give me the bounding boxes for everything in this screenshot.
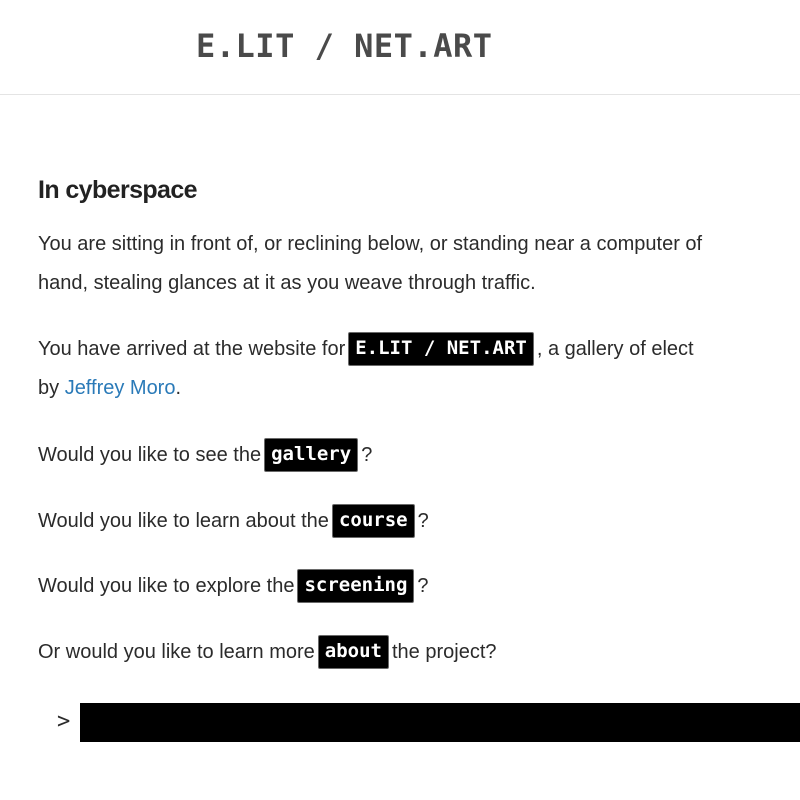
option-screening: Would you like to explore the screening? [38,567,429,606]
option-gallery-text: Would you like to see the [38,444,262,466]
section-heading: In cyberspace [38,176,198,204]
option-screening-suffix: ? [417,575,429,597]
site-name-tag[interactable]: E.LIT / NET.ART [348,332,534,366]
prompt-caret-icon: > [57,709,71,734]
option-about-suffix: the project? [392,641,497,663]
arrival-period: . [175,377,182,399]
site-header: E.LIT / NET.ART [0,0,800,95]
command-input[interactable] [80,703,800,742]
site-title[interactable]: E.LIT / NET.ART [196,26,492,66]
option-screening-text: Would you like to explore the [38,575,295,597]
intro-paragraph: You are sitting in front of, or reclinin… [38,225,702,303]
arrival-line-1: You have arrived at the website for E.LIT… [38,330,694,369]
option-course: Would you like to learn about the course? [38,502,429,541]
option-course-suffix: ? [417,510,429,532]
intro-line-1: You are sitting in front of, or reclinin… [38,233,703,255]
option-about-text: Or would you like to learn more [38,641,315,663]
course-button[interactable]: course [331,504,415,538]
option-gallery: Would you like to see the gallery? [38,436,372,475]
arrival-text-after: , a gallery of elect [536,338,694,360]
author-link[interactable]: Jeffrey Moro [65,377,176,399]
intro-line-2: hand, stealing glances at it as you weav… [38,272,536,294]
arrival-line-2: by Jeffrey Moro. [38,369,694,408]
gallery-button[interactable]: gallery [264,438,359,472]
main-content: In cyberspace [38,170,800,210]
option-course-text: Would you like to learn about the [38,510,329,532]
screening-button[interactable]: screening [297,569,415,603]
about-button[interactable]: about [317,635,389,669]
command-prompt: > [0,703,800,743]
arrival-text-before: You have arrived at the website for [38,338,346,360]
arrival-paragraph: You have arrived at the website for E.LIT… [38,330,694,408]
option-gallery-suffix: ? [361,444,373,466]
arrival-by-text: by [38,377,65,399]
option-about: Or would you like to learn more about the … [38,633,497,672]
